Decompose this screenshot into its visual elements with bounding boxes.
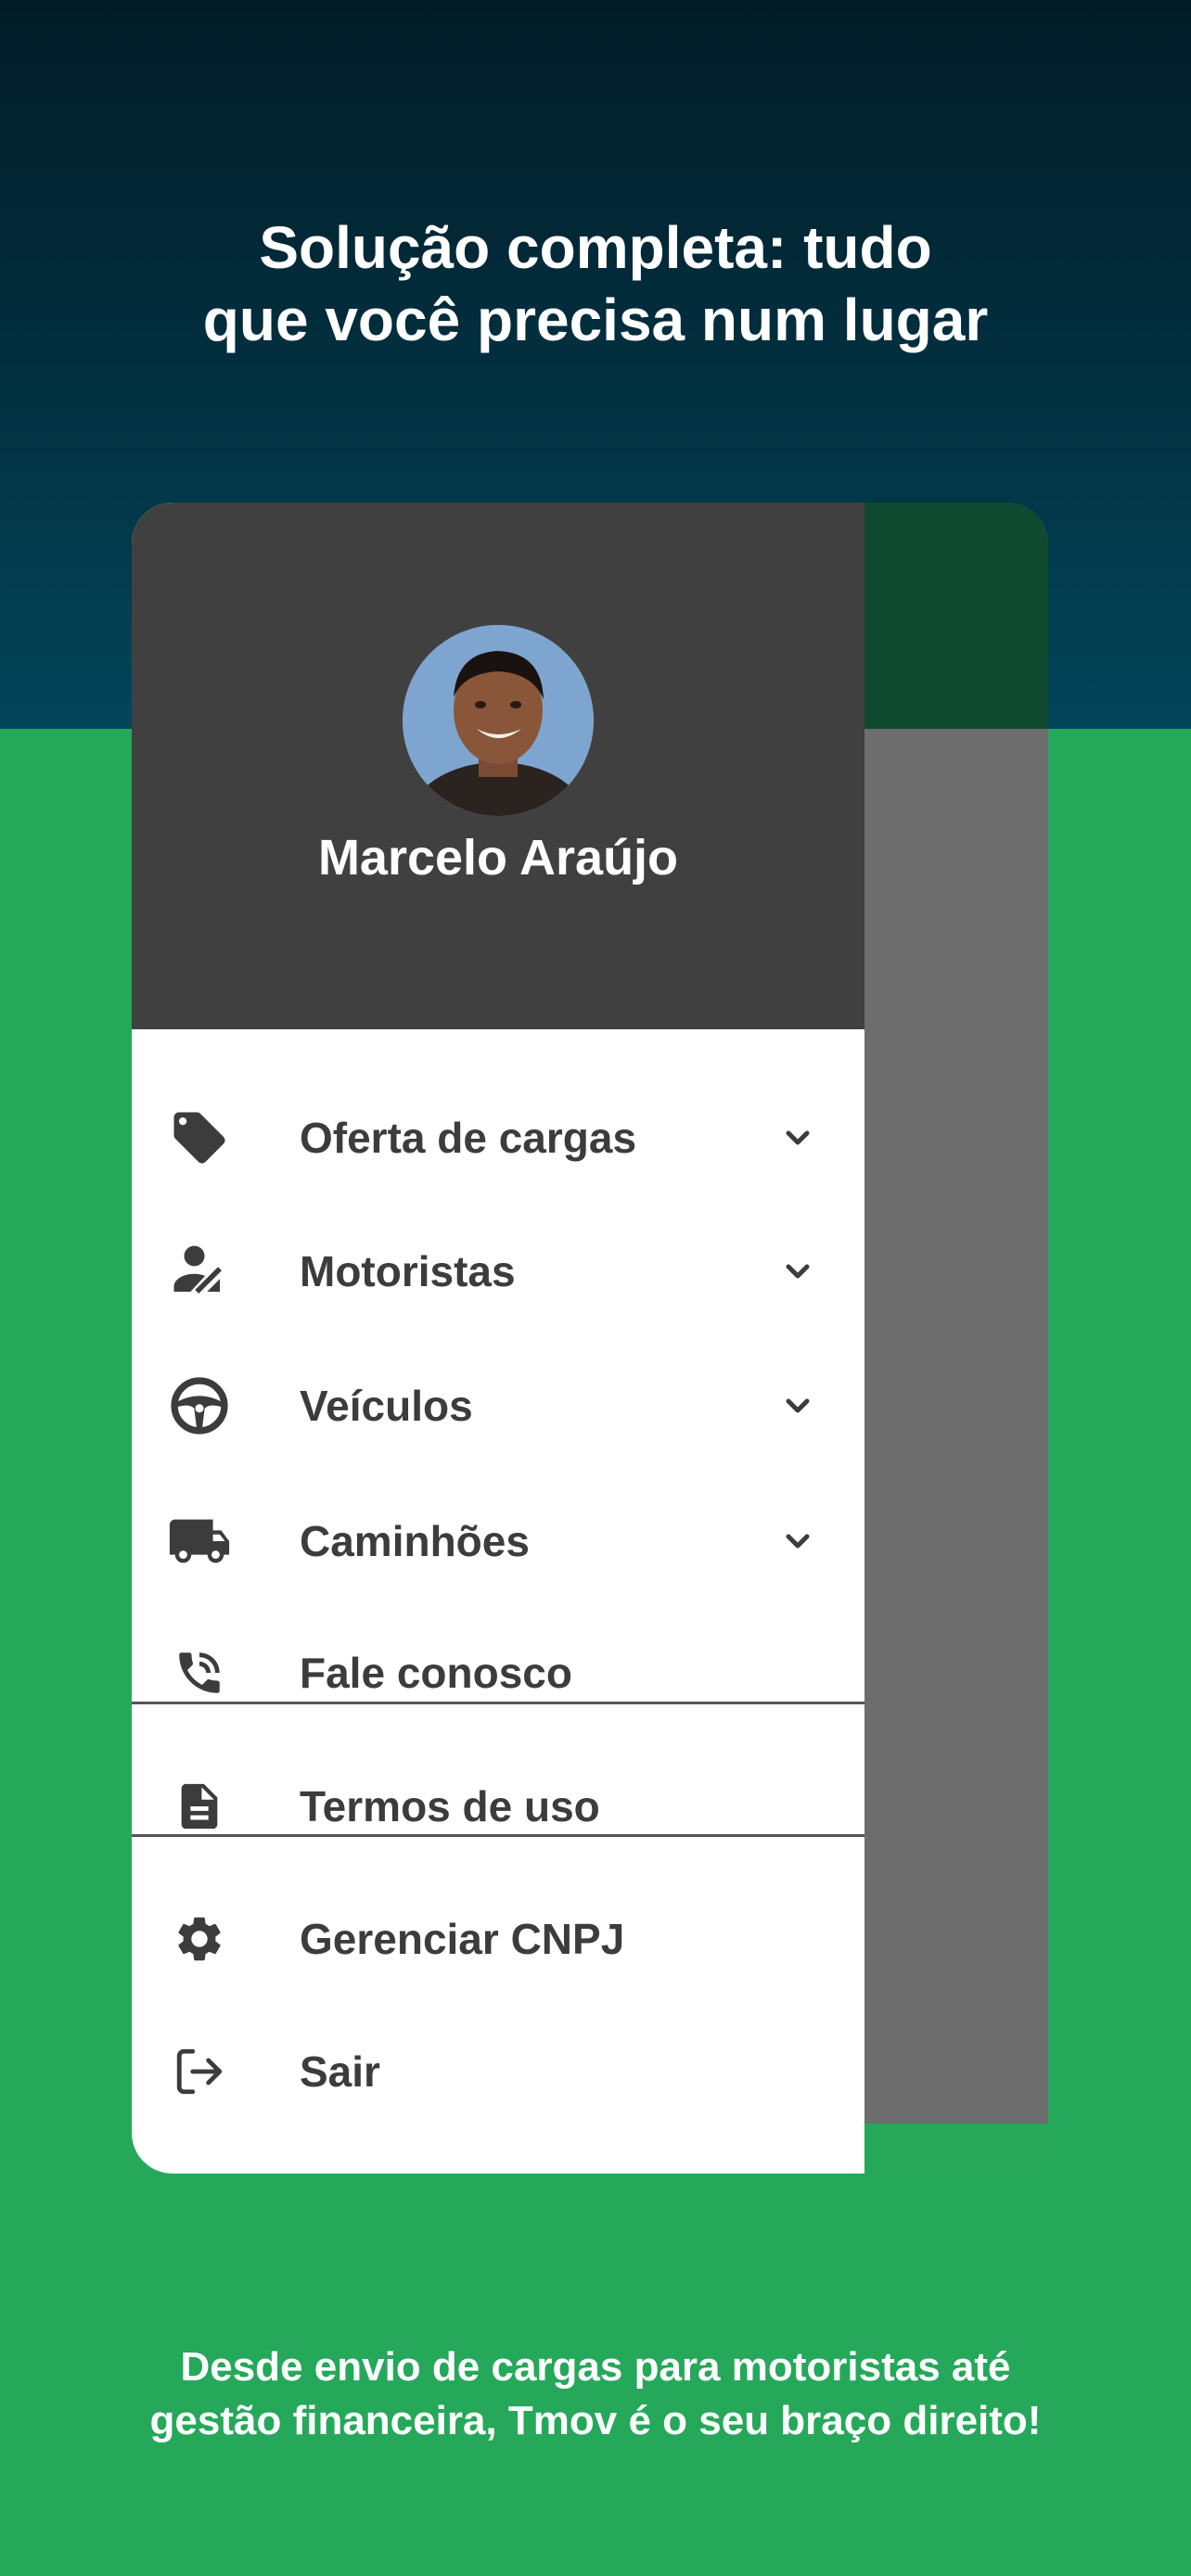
chevron-down-icon[interactable] [779, 1387, 816, 1424]
gear-icon [167, 1906, 232, 1971]
menu-label: Fale conosco [300, 1649, 572, 1697]
scrim-bottom [864, 2123, 1048, 2174]
menu-label: Veículos [300, 1382, 473, 1430]
menu-label: Caminhões [300, 1517, 530, 1565]
truck-icon [167, 1509, 232, 1574]
menu-item-termos-de-uso[interactable]: Termos de uso [132, 1740, 864, 1873]
steering-wheel-icon [167, 1373, 232, 1438]
chevron-down-icon[interactable] [779, 1253, 816, 1290]
drawer-header: Marcelo Araújo [132, 503, 864, 1029]
menu-label: Oferta de cargas [300, 1114, 637, 1162]
phone-in-talk-icon [167, 1640, 232, 1705]
subtitle: Desde envio de cargas para motoristas at… [149, 2344, 1042, 2443]
menu-label: Motoristas [300, 1247, 516, 1295]
menu-item-sair[interactable]: Sair [132, 2005, 864, 2138]
menu-label: Sair [300, 2047, 380, 2096]
menu-item-fale-conosco[interactable]: Fale conosco [132, 1606, 864, 1740]
menu-label: Termos de uso [300, 1782, 600, 1830]
menu-item-motoristas[interactable]: Motoristas [132, 1205, 864, 1338]
menu-label: Gerenciar CNPJ [300, 1915, 625, 1963]
document-icon [167, 1774, 232, 1839]
headline: Solução completa: tudo que você precisa … [202, 214, 989, 353]
navigation-drawer: Marcelo Araújo Oferta de cargas Motorist… [132, 503, 864, 2174]
logout-icon [167, 2039, 232, 2104]
scrim-top [864, 503, 1048, 729]
menu-item-oferta-de-cargas[interactable]: Oferta de cargas [132, 1071, 864, 1205]
phone-mockup: Marcelo Araújo Oferta de cargas Motorist… [132, 503, 1048, 2174]
driver-icon [167, 1239, 232, 1304]
avatar[interactable] [403, 625, 594, 816]
menu-item-veiculos[interactable]: Veículos [132, 1339, 864, 1473]
user-name: Marcelo Araújo [317, 830, 679, 886]
chevron-down-icon[interactable] [779, 1523, 816, 1560]
menu-item-caminhoes[interactable]: Caminhões [132, 1474, 864, 1608]
menu-item-gerenciar-cnpj[interactable]: Gerenciar CNPJ [132, 1872, 864, 2006]
menu-divider [132, 1702, 864, 1704]
menu-divider [132, 1834, 864, 1837]
avatar-photo [403, 625, 594, 816]
chevron-down-icon[interactable] [779, 1119, 816, 1156]
tag-icon [167, 1105, 232, 1170]
